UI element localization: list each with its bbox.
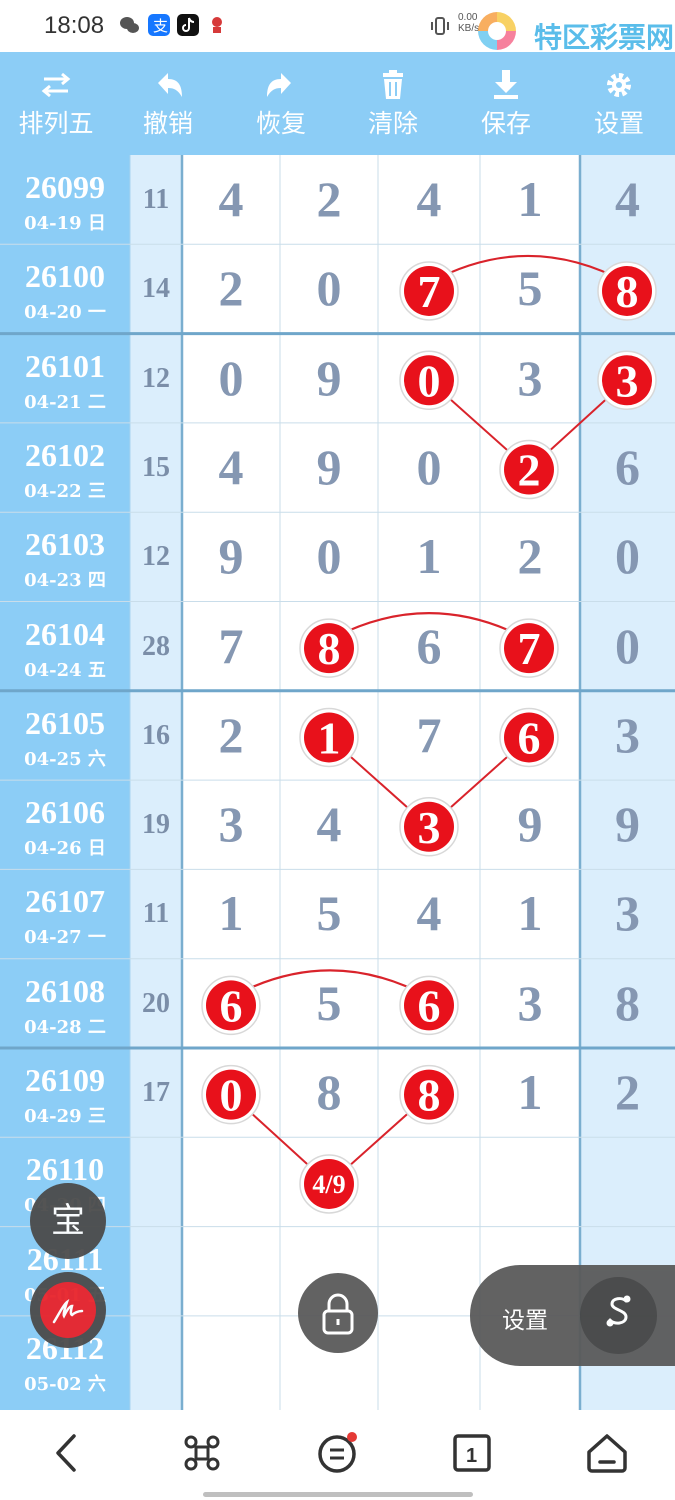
svg-text:8: 8 [616,266,639,317]
trash-icon [383,70,403,99]
lottery-type-button[interactable]: 排列五 [0,52,112,155]
clear-button[interactable]: 清除 [337,52,449,155]
marked-number[interactable]: 0 [201,1064,261,1125]
alipay-icon: 支 [148,14,170,36]
marked-number[interactable]: 7 [499,618,559,678]
gear-icon [607,73,631,97]
pen-icon [40,1282,96,1338]
tiktok-icon [177,14,199,36]
vibrate-icon [430,16,450,36]
clear-label: 清除 [367,109,418,138]
redo-icon [267,73,291,97]
svg-text:6: 6 [418,980,441,1031]
tabs-button[interactable]: 1 [442,1428,502,1478]
marked-number[interactable]: 6 [499,707,559,768]
svg-text:7: 7 [418,266,441,317]
svg-text:3: 3 [616,355,639,406]
redo-button[interactable]: 恢复 [225,52,337,155]
marked-number[interactable]: 6 [201,975,261,1036]
undo-button[interactable]: 撤销 [112,52,224,155]
save-label: 保存 [480,109,531,138]
svg-text:6: 6 [220,980,243,1031]
marked-number[interactable]: 8 [399,1064,459,1125]
marked-number[interactable]: 1 [299,707,359,768]
marked-number[interactable]: 3 [597,350,657,410]
svg-text:2: 2 [518,445,541,496]
command-icon [184,1435,220,1471]
home-button[interactable] [577,1428,637,1478]
arc-line [230,969,430,999]
marked-number[interactable]: 0 [399,350,459,410]
shortcut-button[interactable] [172,1428,232,1478]
marked-number[interactable]: 8 [299,618,359,678]
toolbar: 排列五 撤销 恢复 清除 保存 设置 [0,52,675,155]
svg-text:7: 7 [518,623,541,674]
marked-number[interactable]: 2 [499,439,559,500]
settings-label: 设置 [593,109,644,138]
menu-button[interactable] [307,1428,367,1478]
pen-button[interactable] [30,1272,106,1348]
svg-text:6: 6 [518,712,541,763]
back-button[interactable] [36,1428,96,1478]
gesture-indicator [203,1492,473,1497]
status-bar: 18:08 支 0.00 KB/s 特区彩票网 [0,0,675,54]
marked-number[interactable]: 3 [399,797,459,857]
settings-button[interactable]: 设置 [563,52,675,155]
wechat-icon [118,14,140,36]
swap-icon [41,72,71,98]
svg-text:1: 1 [466,1445,477,1467]
svg-text:0: 0 [220,1070,243,1121]
lock-icon [322,1293,354,1335]
redo-label: 恢复 [255,109,306,138]
save-button[interactable]: 保存 [450,52,562,155]
watermark-text: 特区彩票网 [534,21,675,54]
bao-button[interactable]: 宝 [30,1183,106,1259]
marked-number[interactable]: 8 [597,261,657,321]
home-icon [587,1434,627,1473]
undo-label: 撤销 [142,109,193,138]
svg-text:支: 支 [153,17,168,35]
chevron-left-icon [56,1434,76,1472]
marked-number[interactable]: 6 [399,975,459,1036]
app-icon [206,14,228,36]
net-speed: 0.00 KB/s [458,12,480,34]
tabs-icon: 1 [453,1434,491,1472]
lock-button[interactable] [298,1273,378,1353]
navigation-bar: 1 [0,1410,675,1500]
floating-settings-label: 设置 [502,1308,548,1334]
svg-text:8: 8 [318,623,341,674]
svg-text:3: 3 [418,802,441,853]
status-time: 18:08 [44,12,105,39]
svg-text:1: 1 [318,712,341,763]
bao-label: 宝 [51,1201,85,1241]
floating-settings-panel[interactable]: 设置 [470,1265,675,1366]
arc-line [428,254,628,284]
marked-number[interactable]: 7 [399,261,459,321]
marked-number[interactable]: 4/9 [299,1154,359,1214]
svg-text:4/9: 4/9 [312,1170,345,1199]
lottery-type-label: 排列五 [18,109,94,138]
undo-icon [158,73,182,97]
share-icon [606,1295,631,1327]
menu-icon [318,1432,357,1473]
svg-text:8: 8 [418,1070,441,1121]
arc-line [328,612,530,642]
download-icon [494,70,518,99]
svg-text:0: 0 [418,355,441,406]
share-button[interactable] [580,1277,657,1354]
